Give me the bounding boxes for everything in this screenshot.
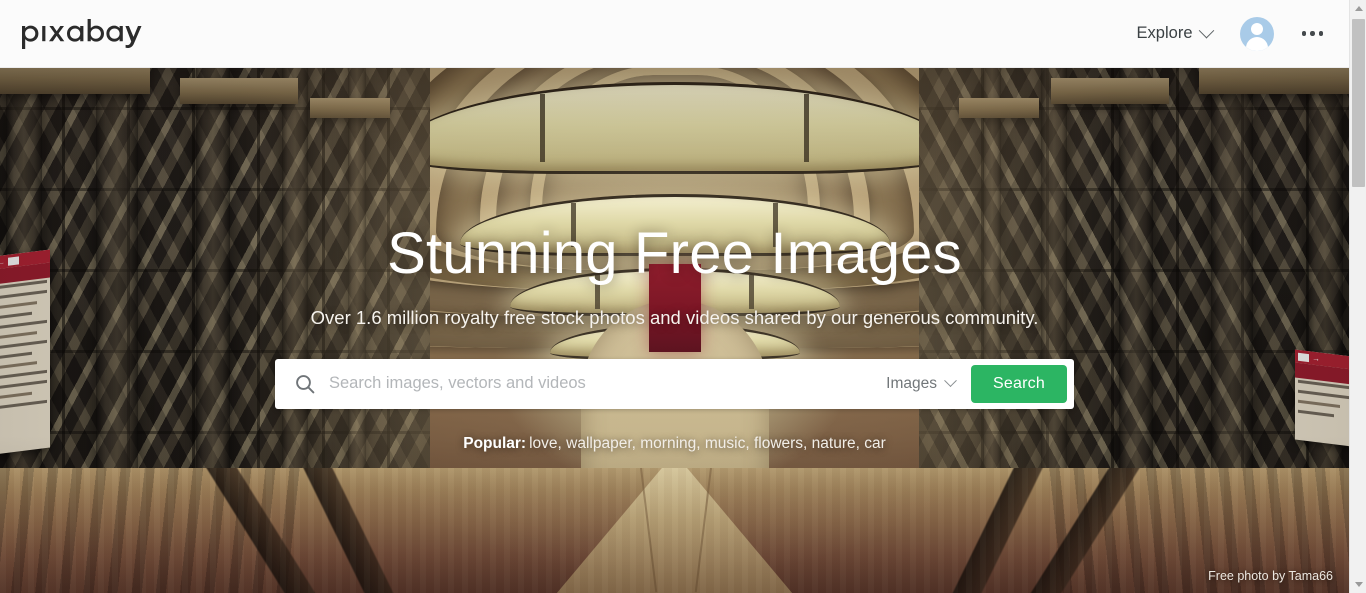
chevron-down-icon [944,374,957,388]
pixabay-logo[interactable] [20,14,146,54]
popular-tags: Popular: love, wallpaper, morning, music,… [463,435,886,453]
dot [1310,31,1315,36]
pixabay-wordmark-icon [22,18,142,49]
hero-subtitle: Over 1.6 million royalty free stock phot… [310,306,1039,328]
hero-content: Stunning Free Images Over 1.6 million ro… [0,68,1349,593]
page-scrollbar[interactable] [1349,0,1366,593]
page-root: Explore Stunning Free Images Over 1.6 mi… [0,0,1366,593]
scroll-thumb[interactable] [1352,19,1365,187]
explore-label: Explore [1136,24,1193,42]
search-icon [296,375,315,394]
search-button[interactable]: Search [971,364,1067,403]
hero-banner: ← [0,68,1349,593]
popular-label: Popular: [463,434,527,452]
search-type-dropdown[interactable]: Images [876,374,971,393]
chevron-down-icon [1198,22,1214,39]
popular-terms[interactable]: love, wallpaper, morning, music, flowers… [529,435,886,452]
page-title: Stunning Free Images [387,221,962,286]
scroll-up-arrow-icon[interactable] [1350,0,1366,17]
dot [1301,31,1306,36]
site-header: Explore [0,0,1349,68]
user-avatar-icon[interactable] [1239,16,1274,51]
search-bar: Images Search [275,358,1074,409]
dot [1318,31,1323,36]
search-type-label: Images [886,374,937,392]
more-options-icon[interactable] [1300,23,1326,44]
photo-credit[interactable]: Free photo by Tama66 [1208,569,1333,583]
scroll-down-arrow-icon[interactable] [1350,576,1366,593]
search-input[interactable] [317,368,877,399]
header-actions: Explore [1135,16,1326,51]
explore-menu[interactable]: Explore [1135,20,1214,47]
